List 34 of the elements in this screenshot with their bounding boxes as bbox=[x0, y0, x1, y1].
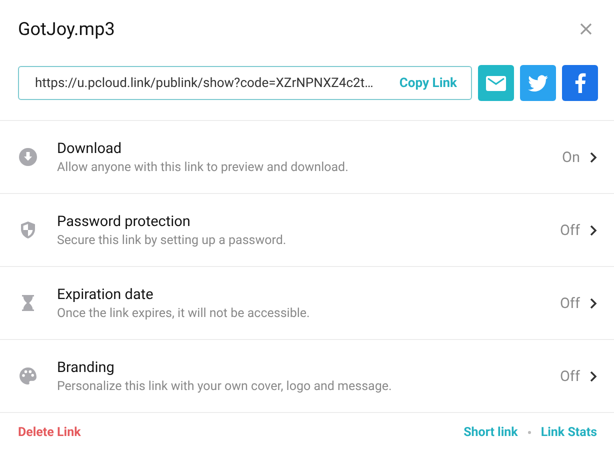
setting-status: Off bbox=[560, 222, 580, 238]
chevron-right-icon bbox=[590, 224, 597, 236]
setting-description: Secure this link by setting up a password. bbox=[57, 232, 288, 248]
setting-description: Personalize this link with your own cover, logo and message. bbox=[57, 378, 393, 394]
close-icon[interactable] bbox=[580, 23, 592, 35]
setting-description: Allow anyone with this link to preview and download. bbox=[57, 160, 350, 174]
setting-row[interactable]: Expiration date Once the link expires, it will not be accessible. Off bbox=[0, 267, 614, 340]
link-field[interactable]: https://u.pcloud.link/publink/show?code=XZrNPNXZ4c2t… Copy Link bbox=[18, 66, 472, 100]
envelope-icon bbox=[486, 76, 506, 90]
chevron-right-icon bbox=[590, 152, 597, 162]
f-logo-icon bbox=[574, 73, 586, 93]
bird-share-button[interactable] bbox=[520, 65, 556, 101]
setting-row[interactable]: Password protection Secure this link by setting up a password. Off bbox=[0, 194, 614, 267]
download-icon bbox=[18, 147, 38, 167]
palette-icon bbox=[18, 366, 38, 386]
setting-title: Expiration date bbox=[57, 286, 154, 302]
shield-icon bbox=[18, 220, 38, 240]
separator-dot bbox=[528, 431, 531, 434]
chevron-right-icon bbox=[590, 298, 597, 308]
setting-status: On bbox=[562, 148, 580, 166]
f-share-button[interactable] bbox=[562, 65, 598, 101]
setting-title: Password protection bbox=[57, 212, 192, 230]
setting-status: Off bbox=[560, 294, 580, 312]
dialog-title: GotJoy.mp3 bbox=[18, 18, 115, 40]
setting-description: Once the link expires, it will not be accessible. bbox=[57, 306, 311, 320]
setting-status: Off bbox=[560, 368, 580, 384]
setting-title: Branding bbox=[57, 358, 116, 376]
setting-row[interactable]: Branding Personalize this link with your own cover, logo and message. Off bbox=[0, 340, 614, 413]
setting-title: Download bbox=[57, 140, 123, 156]
delete-link[interactable]: Delete Link bbox=[18, 425, 81, 440]
bird-icon bbox=[528, 74, 548, 92]
email-share-button[interactable] bbox=[478, 65, 514, 101]
setting-row[interactable]: Download Allow anyone with this link to preview and download. On bbox=[0, 121, 614, 194]
chevron-right-icon bbox=[590, 370, 597, 382]
